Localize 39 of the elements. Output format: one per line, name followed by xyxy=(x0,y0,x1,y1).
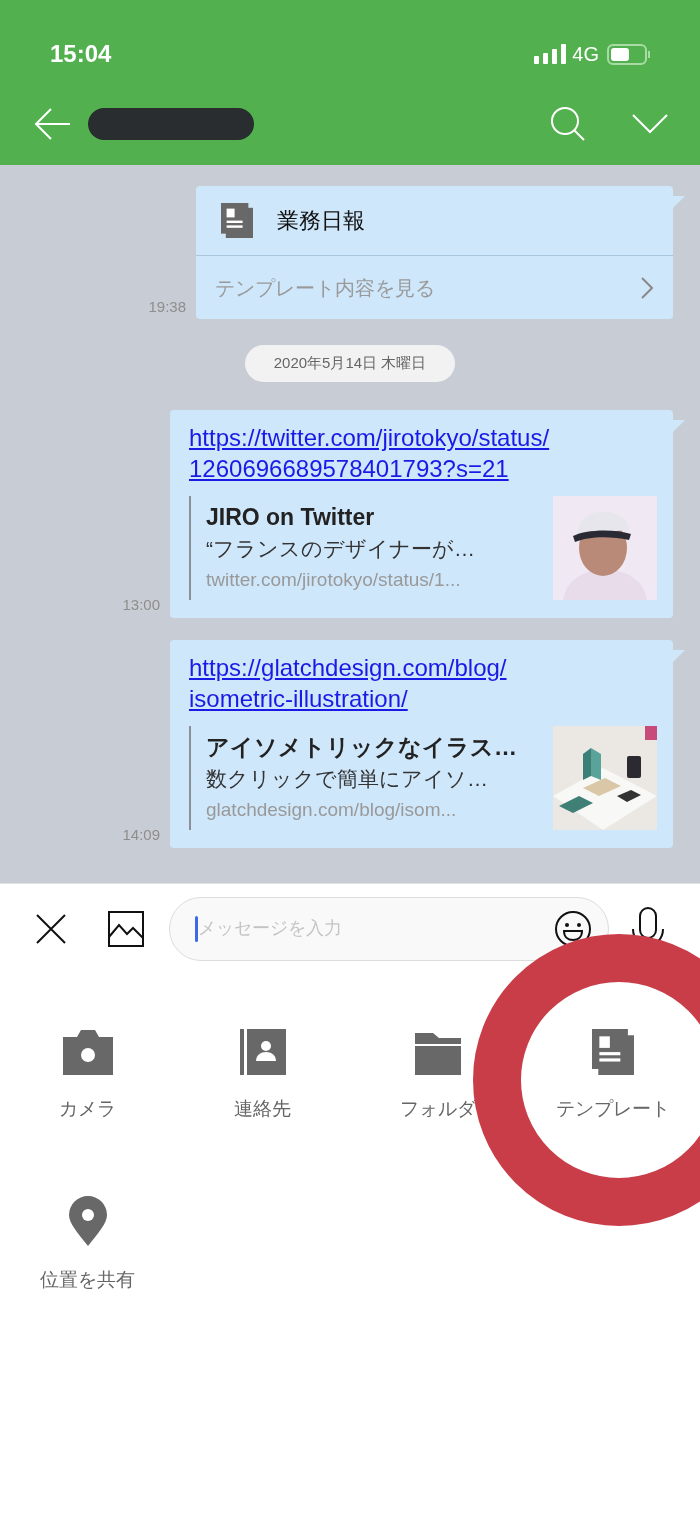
template-action: テンプレート内容を見る xyxy=(215,275,435,301)
preview-title: アイソメトリックなイラス… xyxy=(206,732,517,762)
template-bubble[interactable]: 業務日報 テンプレート内容を見る xyxy=(196,186,673,319)
preview-description: “フランスのデザイナーが… xyxy=(206,535,475,562)
link-preview[interactable]: アイソメトリックなイラス… 数クリックで簡単にアイソ… glatchdesign.com/blog/isom... xyxy=(189,725,657,830)
preview-domain: twitter.com/jirotokyo/status/1... xyxy=(206,567,462,592)
message-time: 13:00 xyxy=(122,595,160,615)
preview-description: 数クリックで簡単にアイソ… xyxy=(206,765,489,792)
preview-domain: glatchdesign.com/blog/isom... xyxy=(206,797,458,822)
folder-icon xyxy=(414,1033,461,1075)
chevron-down-icon[interactable] xyxy=(632,113,668,134)
date-chip: 2020年5月14日 木曜日 xyxy=(244,345,456,382)
message-time: 14:09 xyxy=(122,825,160,845)
back-arrow-icon[interactable] xyxy=(34,107,70,140)
clock: 15:04 xyxy=(50,39,112,69)
bubble-tail xyxy=(673,196,685,208)
smiley-icon[interactable] xyxy=(554,909,592,948)
signal-icon xyxy=(534,44,567,64)
document-icon xyxy=(221,202,253,239)
attachment-option[interactable]: カメラ xyxy=(0,1019,175,1124)
link[interactable]: https://twitter.com/jirotokyo/status/ 1260696689578401793?s=21 xyxy=(189,421,657,484)
network-label: 4G xyxy=(572,42,599,67)
camera-icon xyxy=(62,1029,113,1075)
search-icon[interactable] xyxy=(550,105,586,142)
battery-icon xyxy=(607,43,650,65)
message-time: 19:38 xyxy=(148,296,186,317)
location-pin-icon xyxy=(68,1195,107,1246)
image-icon[interactable] xyxy=(108,910,144,947)
attachment-option[interactable]: 位置を共有 xyxy=(0,1189,175,1294)
link[interactable]: https://glatchdesign.com/blog/ isometric-illustration/ xyxy=(189,651,657,714)
attachment-option[interactable]: 連絡先 xyxy=(175,1019,350,1124)
contact-book-icon xyxy=(239,1029,286,1075)
attachment-option[interactable]: フォルダ xyxy=(350,1019,525,1124)
preview-title: JIRO on Twitter xyxy=(206,502,376,532)
link-preview[interactable]: JIRO on Twitter “フランスのデザイナーが… twitter.com/jirotokyo/status/1... xyxy=(189,495,657,600)
template-title: 業務日報 xyxy=(277,207,365,235)
chevron-right-icon xyxy=(641,276,653,299)
document-icon xyxy=(591,1028,634,1075)
close-icon[interactable] xyxy=(35,912,67,945)
